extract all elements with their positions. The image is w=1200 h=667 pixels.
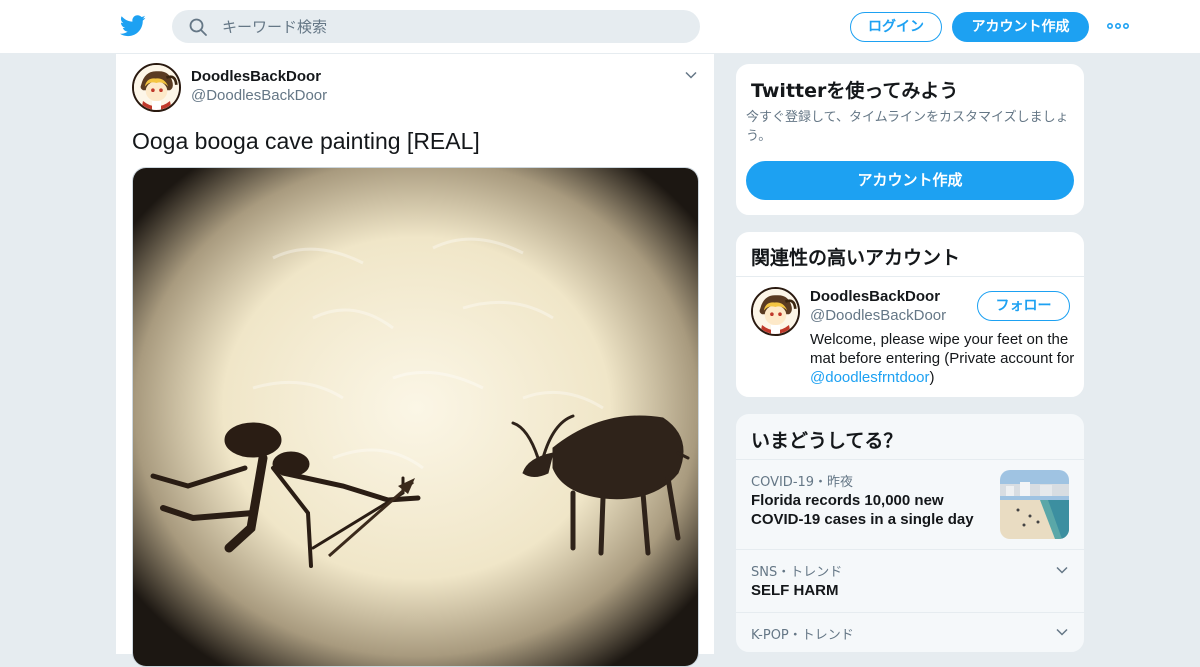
trend-meta: SNS・トレンド [751,565,843,580]
trend-item[interactable]: COVID-19・昨夜 Florida records 10,000 new C… [736,459,1084,549]
follow-button[interactable]: フォロー [977,291,1070,321]
beach-image [1000,470,1069,539]
trend-headline: Florida records 10,000 new COVID-19 case… [751,492,974,528]
tweet: DoodlesBackDoor @DoodlesBackDoor Ooga bo… [115,54,715,667]
bio-mention-link[interactable]: @doodlesfrntdoor [810,369,929,386]
author-handle[interactable]: @DoodlesBackDoor [191,87,327,104]
trend-item[interactable]: K-POP・トレンド [736,612,1084,652]
related-account-handle[interactable]: @DoodlesBackDoor [810,307,946,324]
top-bar: ログイン アカウント作成 [0,0,1200,54]
chevron-down-icon[interactable] [684,68,698,82]
trend-item[interactable]: SNS・トレンド SELF HARM [736,549,1084,612]
more-options-icon[interactable] [1106,18,1130,34]
tweet-image[interactable] [132,167,699,667]
signup-prompt-description: 今すぐ登録して、タイムラインをカスタマイズしましょう。 [746,110,1069,144]
trend-thumbnail [1000,470,1069,539]
author-avatar[interactable] [132,63,181,112]
create-account-button[interactable]: アカウント作成 [746,161,1074,200]
login-button[interactable]: ログイン [850,12,942,42]
twitter-bird-icon[interactable] [120,14,146,38]
related-account-name[interactable]: DoodlesBackDoor [810,288,940,305]
trend-meta: K-POP・トレンド [751,628,854,643]
bio-text: Welcome, please wipe your feet on the ma… [810,331,1075,367]
author-name[interactable]: DoodlesBackDoor [191,68,321,85]
chevron-down-icon[interactable] [1055,625,1069,639]
trend-meta: COVID-19・昨夜 [751,475,854,490]
search-input[interactable] [222,10,682,43]
avatar-image [753,289,798,334]
signup-prompt-title: Twitterを使ってみよう [751,80,959,102]
tweet-text: Ooga booga cave painting [REAL] [132,128,480,154]
trends-title: いまどうしてる？ [751,430,903,452]
related-accounts-card: 関連性の高いアカウント DoodlesBackDoor @DoodlesBack… [735,231,1085,398]
related-account-avatar[interactable] [751,287,800,336]
search-bar[interactable] [172,10,700,43]
search-icon [189,18,207,36]
related-account-bio: Welcome, please wipe your feet on the ma… [810,330,1078,387]
avatar-image [134,65,179,110]
cave-painting-image [133,168,698,666]
trend-headline: SELF HARM [751,582,839,599]
signup-prompt-card: Twitterを使ってみよう 今すぐ登録して、タイムラインをカスタマイズしましょ… [735,63,1085,216]
divider [736,276,1084,277]
related-accounts-title: 関連性の高いアカウント [751,247,961,269]
bio-text-end: ) [929,369,935,386]
trends-card: いまどうしてる？ COVID-19・昨夜 Florida records 10,… [735,413,1085,653]
chevron-down-icon[interactable] [1055,563,1069,577]
signup-button[interactable]: アカウント作成 [952,12,1089,42]
